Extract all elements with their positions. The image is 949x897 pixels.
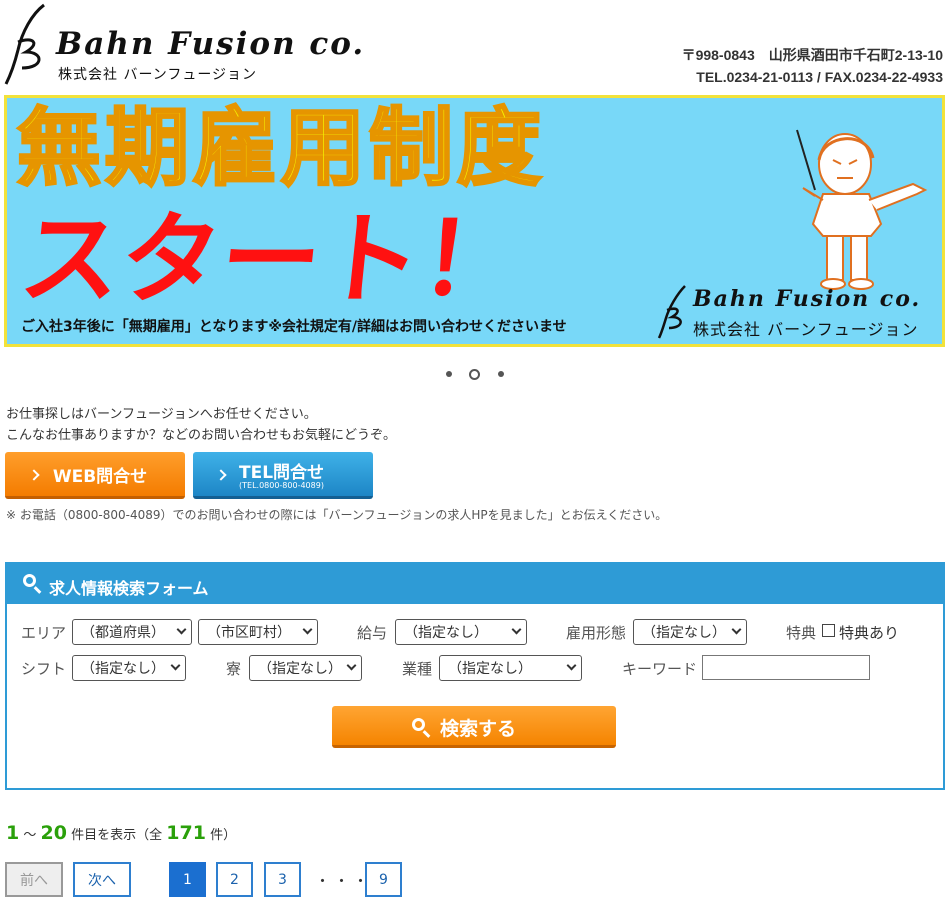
chevron-down-icon (302, 624, 313, 635)
intro-line-1: お仕事探しはバーンフュージョンへお任せください。 (6, 407, 317, 422)
company-contact: TEL.0234-21-0113 / FAX.0234-22-4933 (696, 69, 943, 85)
results-shown-suffix: 件目を表示（全 (71, 828, 163, 843)
slider-dots (440, 368, 510, 382)
web-inquiry-button[interactable]: WEB問合せ (5, 452, 185, 499)
chevron-right-icon (215, 469, 227, 481)
industry-label: 業種 (402, 660, 433, 678)
conductor-illustration (796, 129, 928, 290)
page-button-1[interactable]: 1 (169, 862, 206, 897)
banner-logo-subtitle: 株式会社 バーンフュージョン (693, 320, 919, 339)
industry-select-value: （指定なし） (448, 661, 532, 677)
slider-dot-1[interactable] (446, 371, 452, 377)
city-select-value: （市区町村） (207, 625, 291, 641)
chevron-down-icon (731, 624, 742, 635)
logo-icon[interactable] (4, 2, 54, 86)
keyword-label: キーワード (622, 660, 698, 678)
tel-inquiry-label: TEL問合せ (239, 463, 325, 483)
tel-inquiry-button[interactable]: TEL問合せ (TEL.0800-800-4089) (193, 452, 373, 499)
slider-dot-3[interactable] (498, 371, 504, 377)
banner-title: 無期雇用制度 (15, 98, 546, 199)
search-button[interactable]: 検索する (332, 706, 616, 748)
search-form-title: 求人情報検索フォーム (49, 579, 209, 598)
results-total: 171 (166, 822, 206, 844)
prefecture-select[interactable]: （都道府県） (72, 619, 192, 645)
dorm-select[interactable]: （指定なし） (249, 655, 362, 681)
banner-headline: スタート！ (14, 201, 528, 318)
results-count: 1 ～ 20 件目を表示（全 171 件） (6, 822, 236, 844)
web-inquiry-label: WEB問合せ (52, 466, 148, 487)
tel-inquiry-number: (TEL.0800-800-4089) (239, 481, 324, 490)
results-to: 20 (40, 822, 67, 844)
keyword-input[interactable] (702, 655, 870, 680)
banner-logo: Bahn Fusion co. 株式会社 バーンフュージョン (657, 284, 937, 342)
employment-type-label: 雇用形態 (566, 624, 627, 642)
next-page-button[interactable]: 次へ (73, 862, 131, 897)
results-from: 1 (6, 822, 20, 844)
intro-line-2: こんなお仕事ありますか？などのお問い合わせもお気軽にどうぞ。 (6, 428, 397, 443)
employment-type-select-value: （指定なし） (642, 625, 726, 641)
chevron-down-icon (511, 624, 522, 635)
chevron-down-icon (176, 624, 187, 635)
shift-label: シフト (21, 660, 67, 678)
company-info: 〒998-0843 山形県酒田市千石町2-13-10 TEL.0234-21-0… (682, 44, 943, 88)
salary-label: 給与 (357, 624, 388, 642)
banner-logo-icon (657, 285, 686, 339)
site-header: Bahn Fusion co. 株式会社 バーンフュージョン 〒998-0843… (0, 0, 949, 94)
page-button-3[interactable]: 3 (264, 862, 301, 897)
search-form-header: 求人情報検索フォーム (7, 564, 943, 604)
results-separator: ～ (23, 828, 37, 843)
hero-banner[interactable]: 無期雇用制度 スタート！ ご入社3年後に「無期雇用」となります※会社規定有/詳細… (4, 95, 945, 347)
logo-subtitle: 株式会社 バーンフュージョン (58, 67, 258, 83)
logo-name[interactable]: Bahn Fusion co. (56, 26, 365, 62)
search-icon (23, 574, 36, 587)
intro-text: お仕事探しはバーンフュージョンへお任せください。 こんなお仕事ありますか？などの… (6, 404, 396, 446)
page-button-last[interactable]: 9 (365, 862, 402, 897)
benefit-checkbox[interactable] (822, 624, 835, 637)
salary-select[interactable]: （指定なし） (395, 619, 527, 645)
chevron-right-icon (28, 469, 40, 481)
shift-select[interactable]: （指定なし） (72, 655, 186, 681)
benefit-label: 特典 (786, 624, 817, 642)
prefecture-select-value: （都道府県） (81, 625, 165, 641)
dorm-label: 寮 (226, 660, 242, 678)
area-label: エリア (21, 624, 67, 642)
salary-select-value: （指定なし） (404, 625, 488, 641)
employment-type-select[interactable]: （指定なし） (633, 619, 747, 645)
prev-page-button[interactable]: 前へ (5, 862, 63, 897)
page-button-2[interactable]: 2 (216, 862, 253, 897)
industry-select[interactable]: （指定なし） (439, 655, 582, 681)
slider-dot-2[interactable] (469, 369, 480, 380)
city-select[interactable]: （市区町村） (198, 619, 318, 645)
chevron-down-icon (346, 660, 357, 671)
search-button-label: 検索する (440, 718, 517, 740)
banner-logo-name: Bahn Fusion co. (693, 286, 922, 312)
pagination-ellipsis: ・・・ (315, 872, 373, 890)
dorm-select-value: （指定なし） (258, 661, 342, 677)
phone-note: ※ お電話（0800-800-4089）でのお問い合わせの際には「バーンフュージ… (6, 508, 668, 522)
banner-note: ご入社3年後に「無期雇用」となります※会社規定有/詳細はお問い合わせくださいませ (21, 319, 567, 335)
benefit-option-label[interactable]: 特典あり (839, 622, 899, 643)
shift-select-value: （指定なし） (81, 661, 165, 677)
chevron-down-icon (170, 660, 181, 671)
search-icon (412, 718, 425, 731)
company-address: 〒998-0843 山形県酒田市千石町2-13-10 (681, 47, 943, 63)
results-total-suffix: 件） (210, 828, 237, 843)
chevron-down-icon (566, 660, 577, 671)
